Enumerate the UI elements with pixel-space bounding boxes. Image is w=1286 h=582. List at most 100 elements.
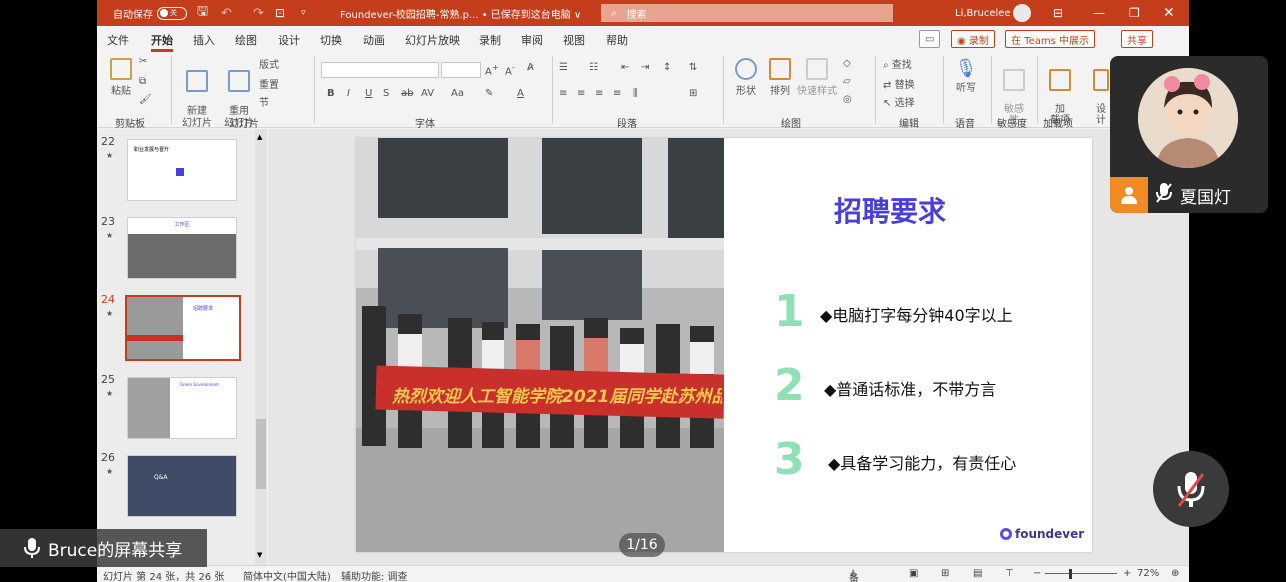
- highlight-icon[interactable]: ✎: [485, 88, 493, 99]
- scroll-down-icon[interactable]: ▼: [257, 551, 262, 559]
- smartart-icon[interactable]: ⊞: [689, 88, 697, 99]
- shapes-button[interactable]: 形状: [731, 58, 761, 97]
- layout-button[interactable]: 版式: [259, 56, 279, 71]
- text-direction-icon[interactable]: ⇅: [689, 62, 697, 73]
- fit-slide-icon[interactable]: ⊕: [1171, 568, 1179, 579]
- select-button[interactable]: ↖ 选择: [883, 94, 915, 109]
- font-color-icon[interactable]: A: [517, 88, 524, 99]
- bullets-icon[interactable]: ☰: [559, 62, 568, 73]
- zoom-level[interactable]: 72%: [1137, 568, 1159, 579]
- increase-indent-icon[interactable]: ⇥: [641, 62, 649, 73]
- char-spacing-icon[interactable]: AV: [421, 88, 434, 99]
- tab-animations[interactable]: 动画: [363, 32, 385, 48]
- slide-thumbnail-25[interactable]: Green Environment: [127, 377, 237, 439]
- replace-button[interactable]: ⇄ 替换: [883, 76, 915, 91]
- search-box[interactable]: ⌕ 搜索: [601, 4, 893, 22]
- find-button[interactable]: ⌕ 查找: [883, 56, 912, 71]
- customize-qat-icon[interactable]: ▿: [301, 0, 306, 26]
- underline-icon[interactable]: U: [365, 88, 372, 99]
- tab-view[interactable]: 视图: [563, 32, 585, 48]
- record-button[interactable]: ◉ 录制: [951, 30, 995, 48]
- undo-icon[interactable]: ↶: [221, 0, 232, 26]
- reset-button[interactable]: 重置: [259, 76, 279, 91]
- shrink-font-icon[interactable]: A-: [505, 62, 515, 77]
- zoom-slider[interactable]: [1045, 573, 1117, 574]
- cut-icon[interactable]: ✂: [139, 56, 147, 67]
- tab-slideshow[interactable]: 幻灯片放映: [405, 32, 460, 48]
- tab-help[interactable]: 帮助: [606, 32, 628, 48]
- format-painter-icon[interactable]: 🖌: [139, 94, 152, 105]
- align-right-icon[interactable]: ≡: [595, 88, 603, 99]
- tab-review[interactable]: 审阅: [521, 32, 543, 48]
- accessibility-status[interactable]: 辅助功能: 调查: [341, 568, 408, 582]
- save-icon[interactable]: 🖫: [197, 0, 208, 26]
- align-left-icon[interactable]: ≡: [559, 88, 567, 99]
- minimize-icon[interactable]: —: [1093, 0, 1105, 26]
- shape-fill-icon[interactable]: ◇: [843, 58, 851, 69]
- normal-view-icon[interactable]: ▣: [909, 568, 918, 579]
- designer-button[interactable]: 设 计: [1091, 58, 1111, 126]
- quick-styles-button[interactable]: 快速样式: [797, 58, 837, 97]
- user-name[interactable]: Li,Brucelee: [955, 0, 1011, 26]
- slide-thumbnail-23[interactable]: 工作区: [127, 217, 237, 279]
- scrollbar-thumb[interactable]: [256, 419, 266, 489]
- slide-sorter-icon[interactable]: ⊞: [941, 568, 949, 579]
- arrange-button[interactable]: 排列: [765, 58, 795, 97]
- reading-view-icon[interactable]: ▤: [973, 568, 982, 579]
- tab-transitions[interactable]: 切换: [320, 32, 342, 48]
- numbering-icon[interactable]: ☷: [589, 62, 598, 73]
- bold-icon[interactable]: B: [327, 88, 335, 99]
- slide-thumbnail-22[interactable]: 职业发展与晋升: [127, 139, 237, 201]
- new-slide-button[interactable]: 新建 幻灯片: [181, 58, 213, 130]
- slide-thumbnail-24[interactable]: 招聘要求: [125, 295, 241, 361]
- shape-effects-icon[interactable]: ◎: [843, 94, 852, 105]
- redo-icon[interactable]: ↷: [253, 0, 264, 26]
- zoom-out-icon[interactable]: −: [1033, 568, 1041, 579]
- thumbnails-scrollbar[interactable]: ▲ ▼: [255, 129, 267, 565]
- copy-icon[interactable]: ⧉: [139, 76, 146, 87]
- tab-file[interactable]: 文件: [107, 32, 129, 48]
- tab-design[interactable]: 设计: [278, 32, 300, 48]
- restore-icon[interactable]: ❐: [1129, 0, 1140, 26]
- justify-icon[interactable]: ≡: [613, 88, 621, 99]
- columns-icon[interactable]: ⫼: [633, 88, 638, 99]
- language-status[interactable]: 简体中文(中国大陆): [243, 568, 331, 582]
- tab-record[interactable]: 录制: [479, 32, 501, 48]
- line-spacing-icon[interactable]: ↕: [663, 62, 671, 73]
- autosave[interactable]: 自动保存 关: [113, 0, 187, 26]
- clear-format-icon[interactable]: A̷: [527, 62, 534, 73]
- tab-insert[interactable]: 插入: [193, 32, 215, 48]
- align-center-icon[interactable]: ≡: [577, 88, 585, 99]
- shape-outline-icon[interactable]: ▱: [843, 76, 851, 87]
- slide-thumbnail-26[interactable]: Q&A: [127, 455, 237, 517]
- italic-icon[interactable]: I: [347, 88, 350, 99]
- current-slide[interactable]: 热烈欢迎人工智能学院2021届同学赴苏州品 招聘要求 1 ◆电脑打字每分钟40字…: [356, 138, 1092, 552]
- grow-font-icon[interactable]: A+: [485, 62, 499, 77]
- font-size-dropdown[interactable]: [441, 62, 481, 78]
- scroll-up-icon[interactable]: ▲: [257, 133, 262, 141]
- share-button[interactable]: 共享: [1121, 30, 1153, 48]
- close-icon[interactable]: ✕: [1163, 0, 1175, 26]
- decrease-indent-icon[interactable]: ⇤: [621, 62, 629, 73]
- paste-button[interactable]: 粘贴: [107, 58, 135, 97]
- shadow-icon[interactable]: S: [383, 88, 389, 99]
- participant-video-tile[interactable]: 夏国灯: [1110, 56, 1268, 213]
- comments-button[interactable]: ▭: [919, 30, 941, 48]
- section-button[interactable]: 节: [259, 94, 269, 109]
- font-name-dropdown[interactable]: [321, 62, 439, 78]
- change-case-icon[interactable]: Aa: [451, 88, 464, 99]
- document-title[interactable]: Foundever-校园招聘-常熟.p... • 已保存到这台电脑 ∨: [340, 0, 581, 26]
- autosave-toggle[interactable]: 关: [157, 6, 187, 20]
- strikethrough-icon[interactable]: ab: [401, 88, 413, 99]
- user-avatar-icon[interactable]: [1013, 0, 1031, 26]
- mute-microphone-button[interactable]: [1153, 451, 1229, 527]
- tab-draw[interactable]: 绘图: [235, 32, 257, 48]
- dictate-button[interactable]: 🎙 听写: [951, 58, 981, 94]
- slideshow-icon[interactable]: ⊤: [1005, 568, 1014, 579]
- present-in-teams-button[interactable]: 在 Teams 中展示: [1005, 30, 1095, 48]
- zoom-slider-thumb[interactable]: [1069, 569, 1072, 579]
- zoom-in-icon[interactable]: +: [1123, 568, 1131, 579]
- ribbon-display-icon[interactable]: ⊟: [1053, 0, 1063, 26]
- present-icon[interactable]: ⊡: [275, 0, 285, 26]
- tab-home[interactable]: 开始: [151, 32, 173, 52]
